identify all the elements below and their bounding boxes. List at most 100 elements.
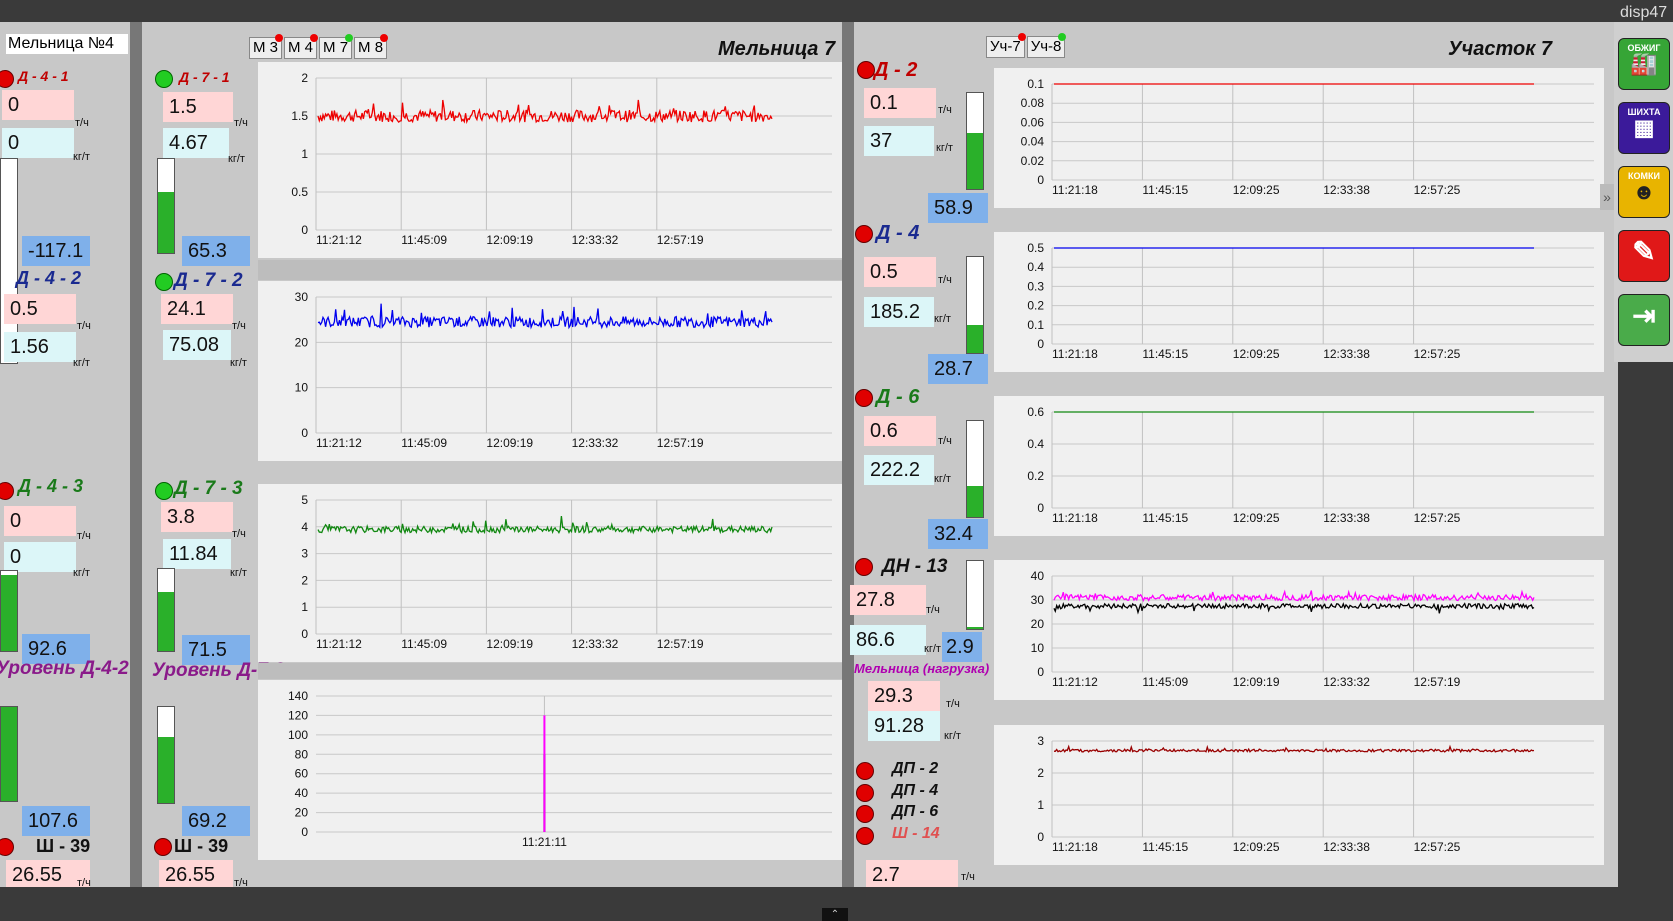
- d4-level-bar: [966, 256, 984, 354]
- x-tick-label: 12:57:19: [657, 233, 704, 247]
- d72-k-value: 75.08: [163, 330, 231, 360]
- y-tick-label: 1.5: [291, 109, 308, 123]
- y-tick-label: 2: [301, 573, 308, 587]
- x-tick-label: 11:45:15: [1142, 347, 1188, 361]
- panel-divider: [130, 22, 142, 887]
- series-line: [1053, 601, 1535, 615]
- x-tick-label: 12:57:19: [657, 436, 704, 450]
- x-tick-label: 12:33:38: [1323, 183, 1370, 197]
- tab-label: М 8: [358, 39, 384, 56]
- tab-m8[interactable]: М 8: [354, 34, 389, 59]
- y-tick-label: 120: [288, 708, 308, 722]
- d42-label: Д - 4 - 2: [16, 268, 82, 288]
- tab-label: М 4: [288, 39, 314, 56]
- left-sh39-label: Ш - 39: [36, 836, 91, 856]
- unit-t: т/ч: [234, 117, 248, 129]
- window-title: disp47: [1620, 4, 1668, 21]
- tab-m7[interactable]: М 7: [319, 34, 354, 59]
- x-tick-label: 12:33:38: [1323, 511, 1370, 525]
- d4-level-fill: [967, 325, 983, 353]
- y-tick-label: 80: [295, 747, 309, 761]
- unit-k: кг/т: [73, 357, 90, 369]
- tab-m3[interactable]: М 3: [249, 34, 284, 59]
- tab-status-dot: [1058, 33, 1067, 41]
- dn13-t-value: 27.8: [850, 585, 926, 615]
- y-tick-label: 40: [295, 786, 309, 800]
- report-button[interactable]: ✎: [1618, 230, 1670, 282]
- x-tick-label: 12:09:25: [1233, 511, 1280, 525]
- y-tick-label: 0.1: [1027, 318, 1044, 332]
- d2-t-value: 0.1: [864, 88, 936, 118]
- c-sh14-svg: 0 1 2 3 11:21:18 11:45:15 12:09:25 12:33:38 12:5…: [1037, 734, 1594, 854]
- x-tick-label: 12:57:25: [1414, 183, 1461, 197]
- series-line: [317, 303, 773, 330]
- obzhig-button[interactable]: ОБЖИГ 🏭: [1618, 38, 1670, 90]
- unit-k: кг/т: [228, 153, 245, 165]
- x-tick-label: 11:21:12: [316, 637, 362, 651]
- y-tick-label: 0.08: [1021, 96, 1045, 110]
- x-tick-label: 12:33:38: [1323, 347, 1370, 361]
- tab-uch8[interactable]: Уч-8: [1026, 33, 1067, 58]
- left-panel-title[interactable]: Мельница №4: [6, 34, 128, 54]
- d2-label: Д - 2: [874, 59, 918, 81]
- d2-level-fill: [967, 133, 983, 189]
- y-tick-label: 20: [1031, 617, 1045, 631]
- status-dot-d73: [155, 482, 173, 500]
- collapse-handle[interactable]: »: [1600, 184, 1614, 210]
- unit-k: кг/т: [230, 567, 247, 579]
- chart-separator: [258, 260, 842, 280]
- chart-level-d72: 0 20 40 60 80 100 120 140 11:21:11: [258, 680, 842, 860]
- d42-t-value: 0.5: [4, 294, 76, 324]
- status-dot-dn13: [855, 558, 873, 576]
- chart-dn13: 0 10 20 30 40 11:21:12 11:45:09 12:09:19 12:33:3…: [994, 560, 1604, 700]
- y-tick-label: 3: [1037, 734, 1044, 748]
- y-tick-label: 0: [1037, 830, 1044, 844]
- status-dot-d4: [855, 225, 873, 243]
- expand-up-icon[interactable]: ⌃: [822, 908, 848, 921]
- c-lvl72-svg: 0 20 40 60 80 100 120 140 11:21:11: [288, 689, 832, 849]
- x-tick-label: 12:33:32: [572, 436, 619, 450]
- exit-button[interactable]: ⇥: [1618, 294, 1670, 346]
- y-tick-label: 0.5: [291, 185, 308, 199]
- chart-separator: [258, 663, 842, 679]
- document-edit-icon: ✎: [1632, 236, 1656, 267]
- status-dot-sh14: [856, 827, 874, 845]
- y-tick-label: 0.6: [1027, 405, 1044, 419]
- shikhta-button[interactable]: ШИХТА ▦: [1618, 102, 1670, 154]
- y-tick-label: 20: [295, 335, 309, 349]
- dp4-label: ДП - 4: [892, 782, 939, 799]
- tab-label: Уч-7: [990, 38, 1021, 55]
- x-tick-label: 12:09:19: [486, 436, 533, 450]
- x-tick-label: 12:57:25: [1414, 511, 1461, 525]
- tab-uch7[interactable]: Уч-7: [986, 33, 1026, 58]
- y-tick-label: 0: [1037, 173, 1044, 187]
- d41-label: Д - 4 - 1: [18, 68, 69, 84]
- y-tick-label: 40: [1031, 569, 1045, 583]
- y-tick-label: 0: [301, 426, 308, 440]
- unit-k: кг/т: [73, 151, 90, 163]
- d42-k-value: 1.56: [4, 332, 76, 362]
- d4-label: Д - 4: [876, 222, 920, 244]
- left-level-bar: [0, 706, 18, 802]
- x-tick-label: 11:45:15: [1142, 840, 1188, 854]
- chart-d72: 0 10 20 30 11:21:12 11:45:09 12:09:19 12:33:32 1…: [258, 281, 842, 461]
- x-tick-label: 12:57:25: [1414, 840, 1461, 854]
- y-tick-label: 0.06: [1021, 115, 1045, 129]
- x-tick-label: 11:45:09: [401, 436, 447, 450]
- y-tick-label: 0.4: [1027, 260, 1044, 274]
- unit-t: т/ч: [926, 604, 940, 616]
- x-tick-label: 12:09:25: [1233, 183, 1280, 197]
- y-tick-label: 10: [295, 381, 309, 395]
- d6-level-fill: [967, 486, 983, 517]
- tab-m4[interactable]: М 4: [284, 34, 319, 59]
- komki-button[interactable]: КОМКИ ☻: [1618, 166, 1670, 218]
- x-tick-label: 11:21:18: [1052, 511, 1098, 525]
- x-tick-label: 11:21:12: [316, 436, 362, 450]
- dn13-level-fill: [967, 626, 983, 629]
- d41-t-value: 0: [2, 90, 74, 120]
- d73-t-value: 3.8: [161, 502, 233, 532]
- d6-label: Д - 6: [876, 386, 920, 408]
- top-bar: [0, 0, 1673, 22]
- x-tick-label: 12:09:25: [1233, 347, 1280, 361]
- chart-d73: 0 1 2 3 4 5 11:21:12 11:45:09 12:09:19 12:33:32 12…: [258, 484, 842, 662]
